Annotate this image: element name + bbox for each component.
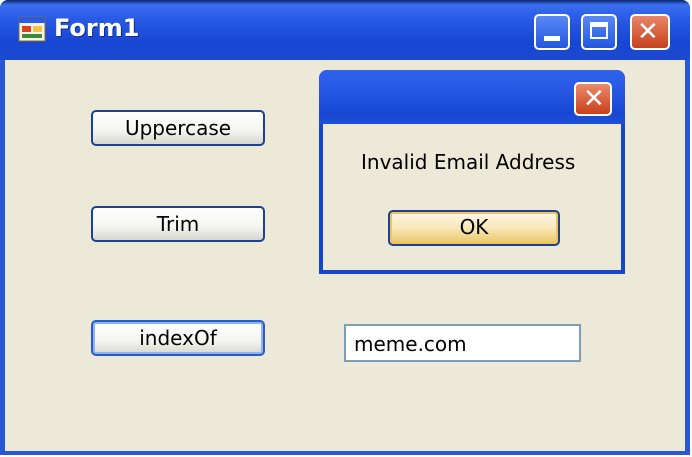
- uppercase-button[interactable]: Uppercase: [91, 110, 265, 146]
- close-icon: ✕: [637, 17, 659, 47]
- email-textbox[interactable]: meme.com: [344, 324, 581, 362]
- indexof-button[interactable]: indexOf: [91, 320, 265, 356]
- minimize-icon: [544, 36, 560, 41]
- close-icon: ✕: [583, 84, 605, 114]
- close-button[interactable]: ✕: [630, 14, 670, 50]
- ok-button[interactable]: OK: [388, 210, 560, 246]
- maximize-icon: [590, 22, 608, 39]
- window-titlebar[interactable]: Form1 ✕: [0, 0, 690, 60]
- app-icon: [18, 16, 46, 42]
- message-box: ✕ Invalid Email Address OK: [319, 70, 625, 274]
- window-title: Form1: [54, 14, 140, 42]
- minimize-button[interactable]: [534, 14, 570, 50]
- message-text: Invalid Email Address: [361, 150, 576, 174]
- message-box-close-button[interactable]: ✕: [574, 82, 612, 116]
- trim-button[interactable]: Trim: [91, 206, 265, 242]
- message-box-titlebar[interactable]: ✕: [319, 70, 625, 124]
- maximize-button[interactable]: [581, 14, 617, 50]
- form1-window: Form1 ✕ Uppercase Trim indexOf meme.com …: [0, 0, 690, 455]
